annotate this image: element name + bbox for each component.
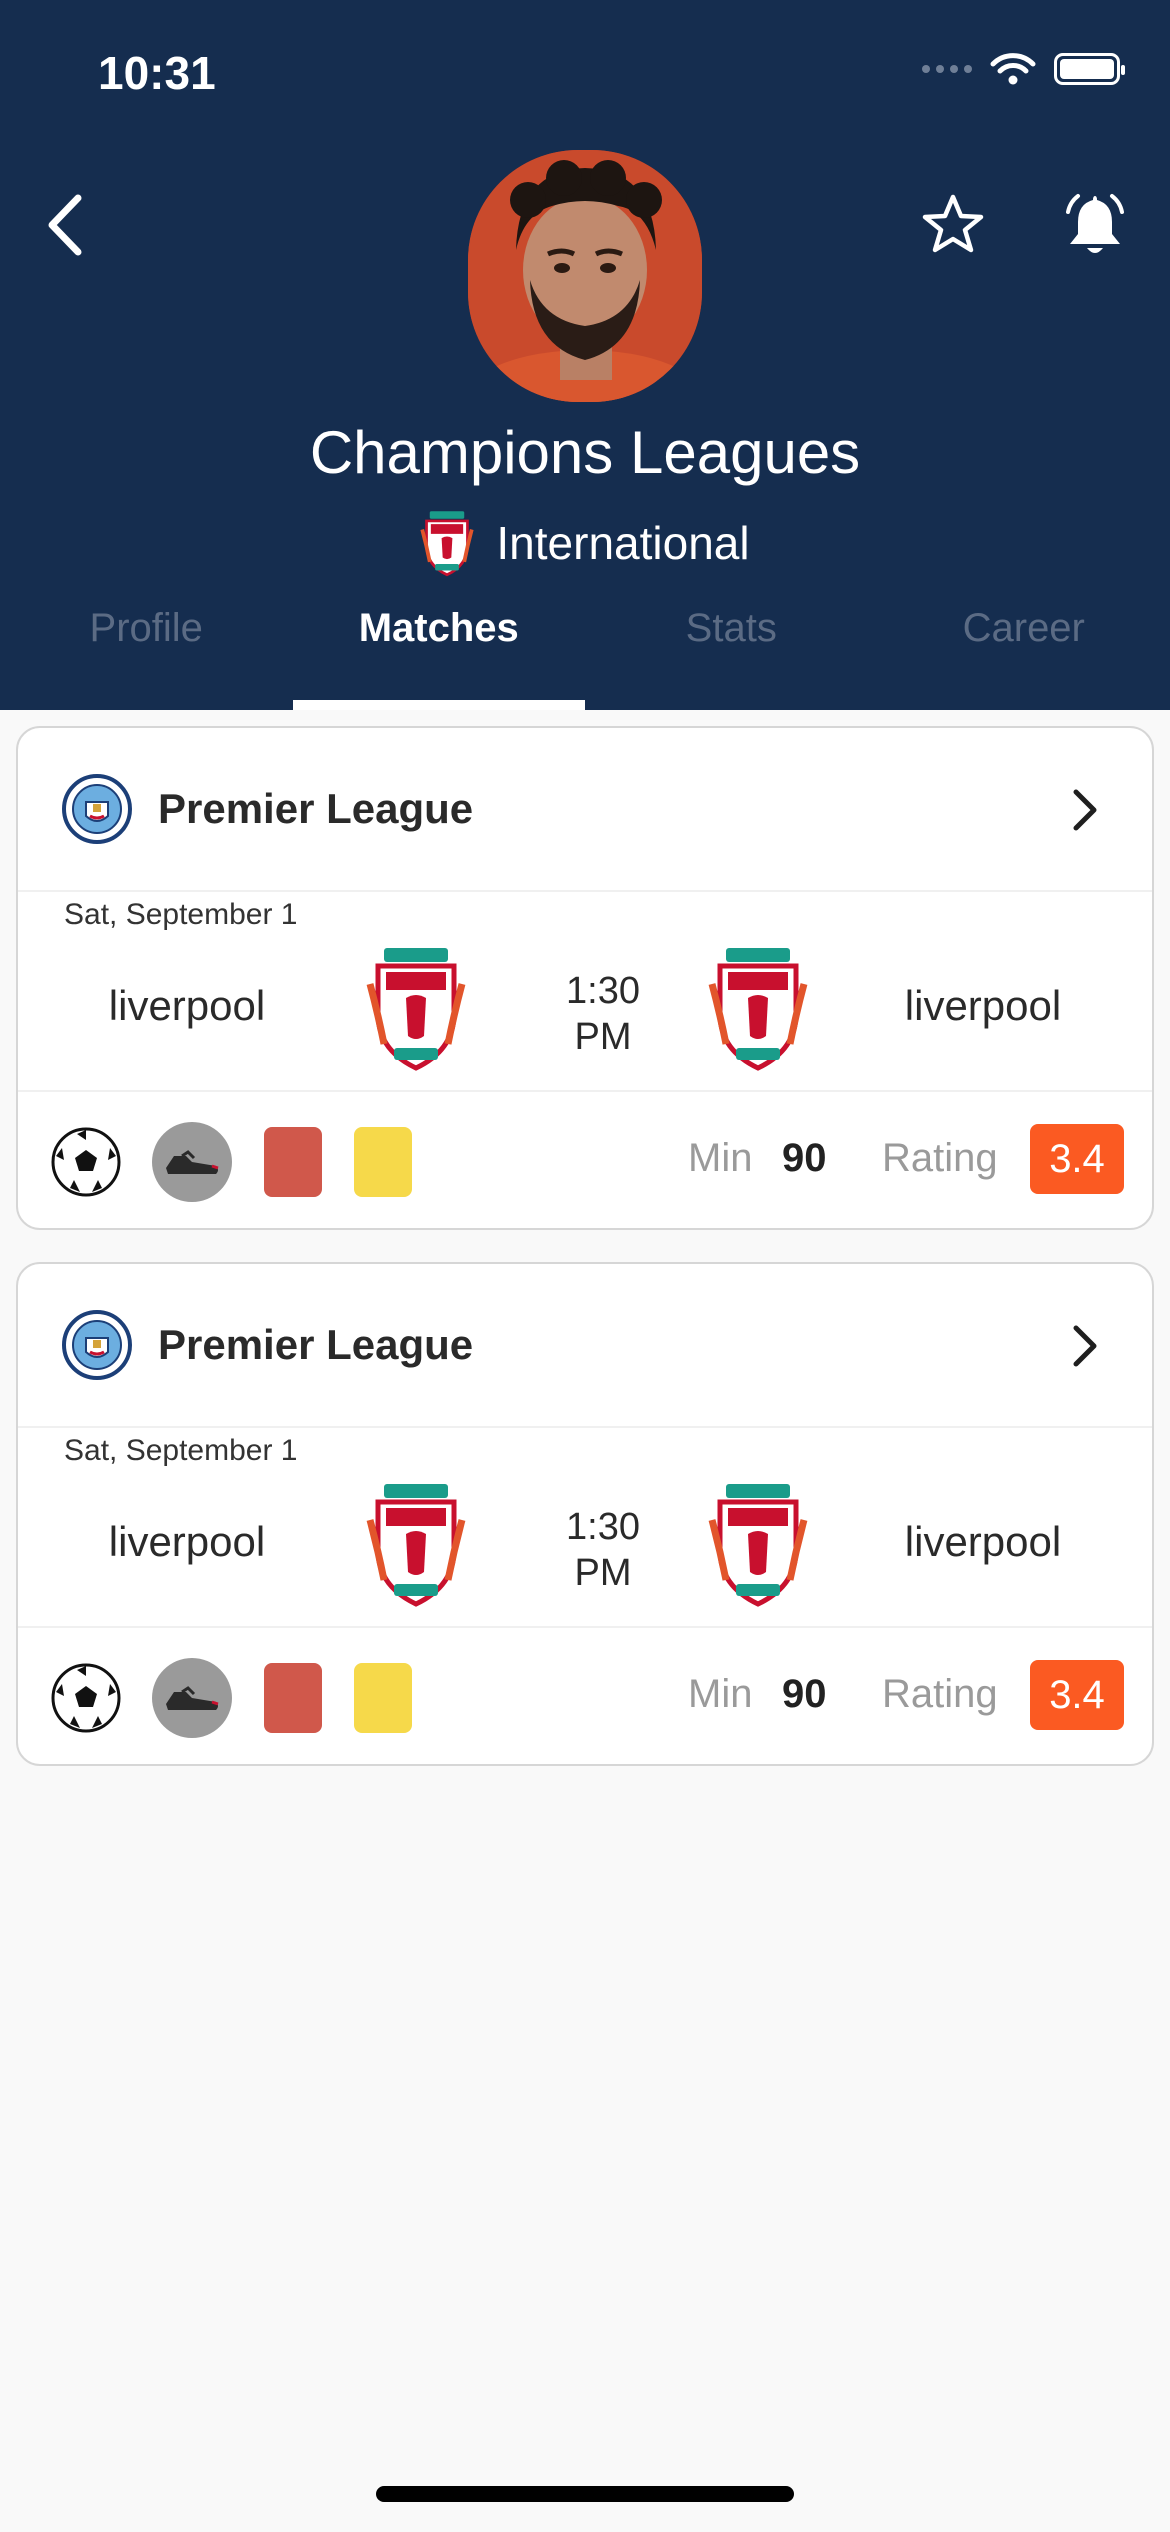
signal-icon: [922, 65, 972, 73]
back-icon[interactable]: [40, 190, 90, 260]
minutes-label: Min: [688, 1672, 753, 1716]
league-crest-icon: [62, 1310, 132, 1380]
minutes-label: Min: [688, 1136, 753, 1180]
match-card[interactable]: Premier League Sat, September 1 liverpoo…: [16, 726, 1154, 1230]
match-time: 1:30 PM: [538, 1504, 668, 1596]
match-card-header[interactable]: Premier League: [18, 728, 1152, 892]
away-team: liverpool: [904, 1518, 1062, 1565]
match-time-period: PM: [574, 1016, 632, 1058]
match-row[interactable]: Sat, September 1 liverpool 1:30 PM liver…: [18, 1428, 1152, 1628]
star-icon[interactable]: [920, 192, 986, 258]
player-avatar: [468, 150, 702, 402]
home-team: liverpool: [108, 1518, 266, 1565]
nationality-label: International: [496, 517, 750, 569]
club-crest-icon: [420, 511, 474, 577]
match-stats-row: Min 90 Rating 3.4: [18, 1628, 1152, 1764]
match-time-hour: 1:30: [566, 1506, 640, 1548]
league-name: Premier League: [158, 785, 474, 832]
status-time: 10:31: [98, 47, 216, 99]
minutes-value: 90: [782, 1672, 827, 1716]
tab-stats[interactable]: Stats: [585, 600, 878, 710]
match-card-header[interactable]: Premier League: [18, 1264, 1152, 1428]
rating-label: Rating: [882, 1672, 998, 1716]
minutes-value: 90: [782, 1136, 827, 1180]
match-time-period: PM: [574, 1552, 632, 1594]
rating-badge: 3.4: [1030, 1124, 1124, 1194]
league-crest-icon: [62, 774, 132, 844]
tab-bar: Profile Matches Stats Career: [0, 600, 1170, 710]
yellow-card-icon: [354, 1127, 412, 1197]
home-indicator[interactable]: [376, 2486, 794, 2502]
bell-icon[interactable]: [1060, 190, 1130, 260]
player-header: 10:31 Champions Leagues International Pr…: [0, 0, 1170, 710]
home-team-crest-icon: [366, 948, 466, 1071]
wifi-icon: [990, 53, 1036, 85]
away-team-crest-icon: [708, 1484, 808, 1607]
tab-matches[interactable]: Matches: [292, 600, 586, 710]
match-time-hour: 1:30: [566, 970, 640, 1012]
red-card-icon: [264, 1663, 322, 1733]
tab-profile[interactable]: Profile: [0, 600, 293, 710]
soccer-ball-icon: [51, 1127, 121, 1197]
soccer-ball-icon: [51, 1663, 121, 1733]
red-card-icon: [264, 1127, 322, 1197]
nationality-row: International: [0, 508, 1170, 578]
match-date: Sat, September 1: [64, 898, 298, 931]
status-icons: [922, 52, 1125, 86]
match-time: 1:30 PM: [538, 968, 668, 1060]
boot-icon: [152, 1122, 232, 1202]
page-title: Champions Leagues: [309, 419, 861, 486]
battery-icon: [1054, 53, 1125, 85]
boot-icon: [152, 1658, 232, 1738]
home-team: liverpool: [108, 982, 266, 1029]
yellow-card-icon: [354, 1663, 412, 1733]
match-date: Sat, September 1: [64, 1434, 298, 1467]
tab-career[interactable]: Career: [878, 600, 1170, 710]
match-stats-row: Min 90 Rating 3.4: [18, 1092, 1152, 1228]
match-row[interactable]: Sat, September 1 liverpool 1:30 PM liver…: [18, 892, 1152, 1092]
match-card[interactable]: Premier League Sat, September 1 liverpoo…: [16, 1262, 1154, 1766]
chevron-right-icon[interactable]: [1070, 1322, 1100, 1370]
rating-label: Rating: [882, 1136, 998, 1180]
league-name: Premier League: [158, 1321, 474, 1368]
chevron-right-icon[interactable]: [1070, 786, 1100, 834]
rating-badge: 3.4: [1030, 1660, 1124, 1730]
home-team-crest-icon: [366, 1484, 466, 1607]
away-team-crest-icon: [708, 948, 808, 1071]
away-team: liverpool: [904, 982, 1062, 1029]
